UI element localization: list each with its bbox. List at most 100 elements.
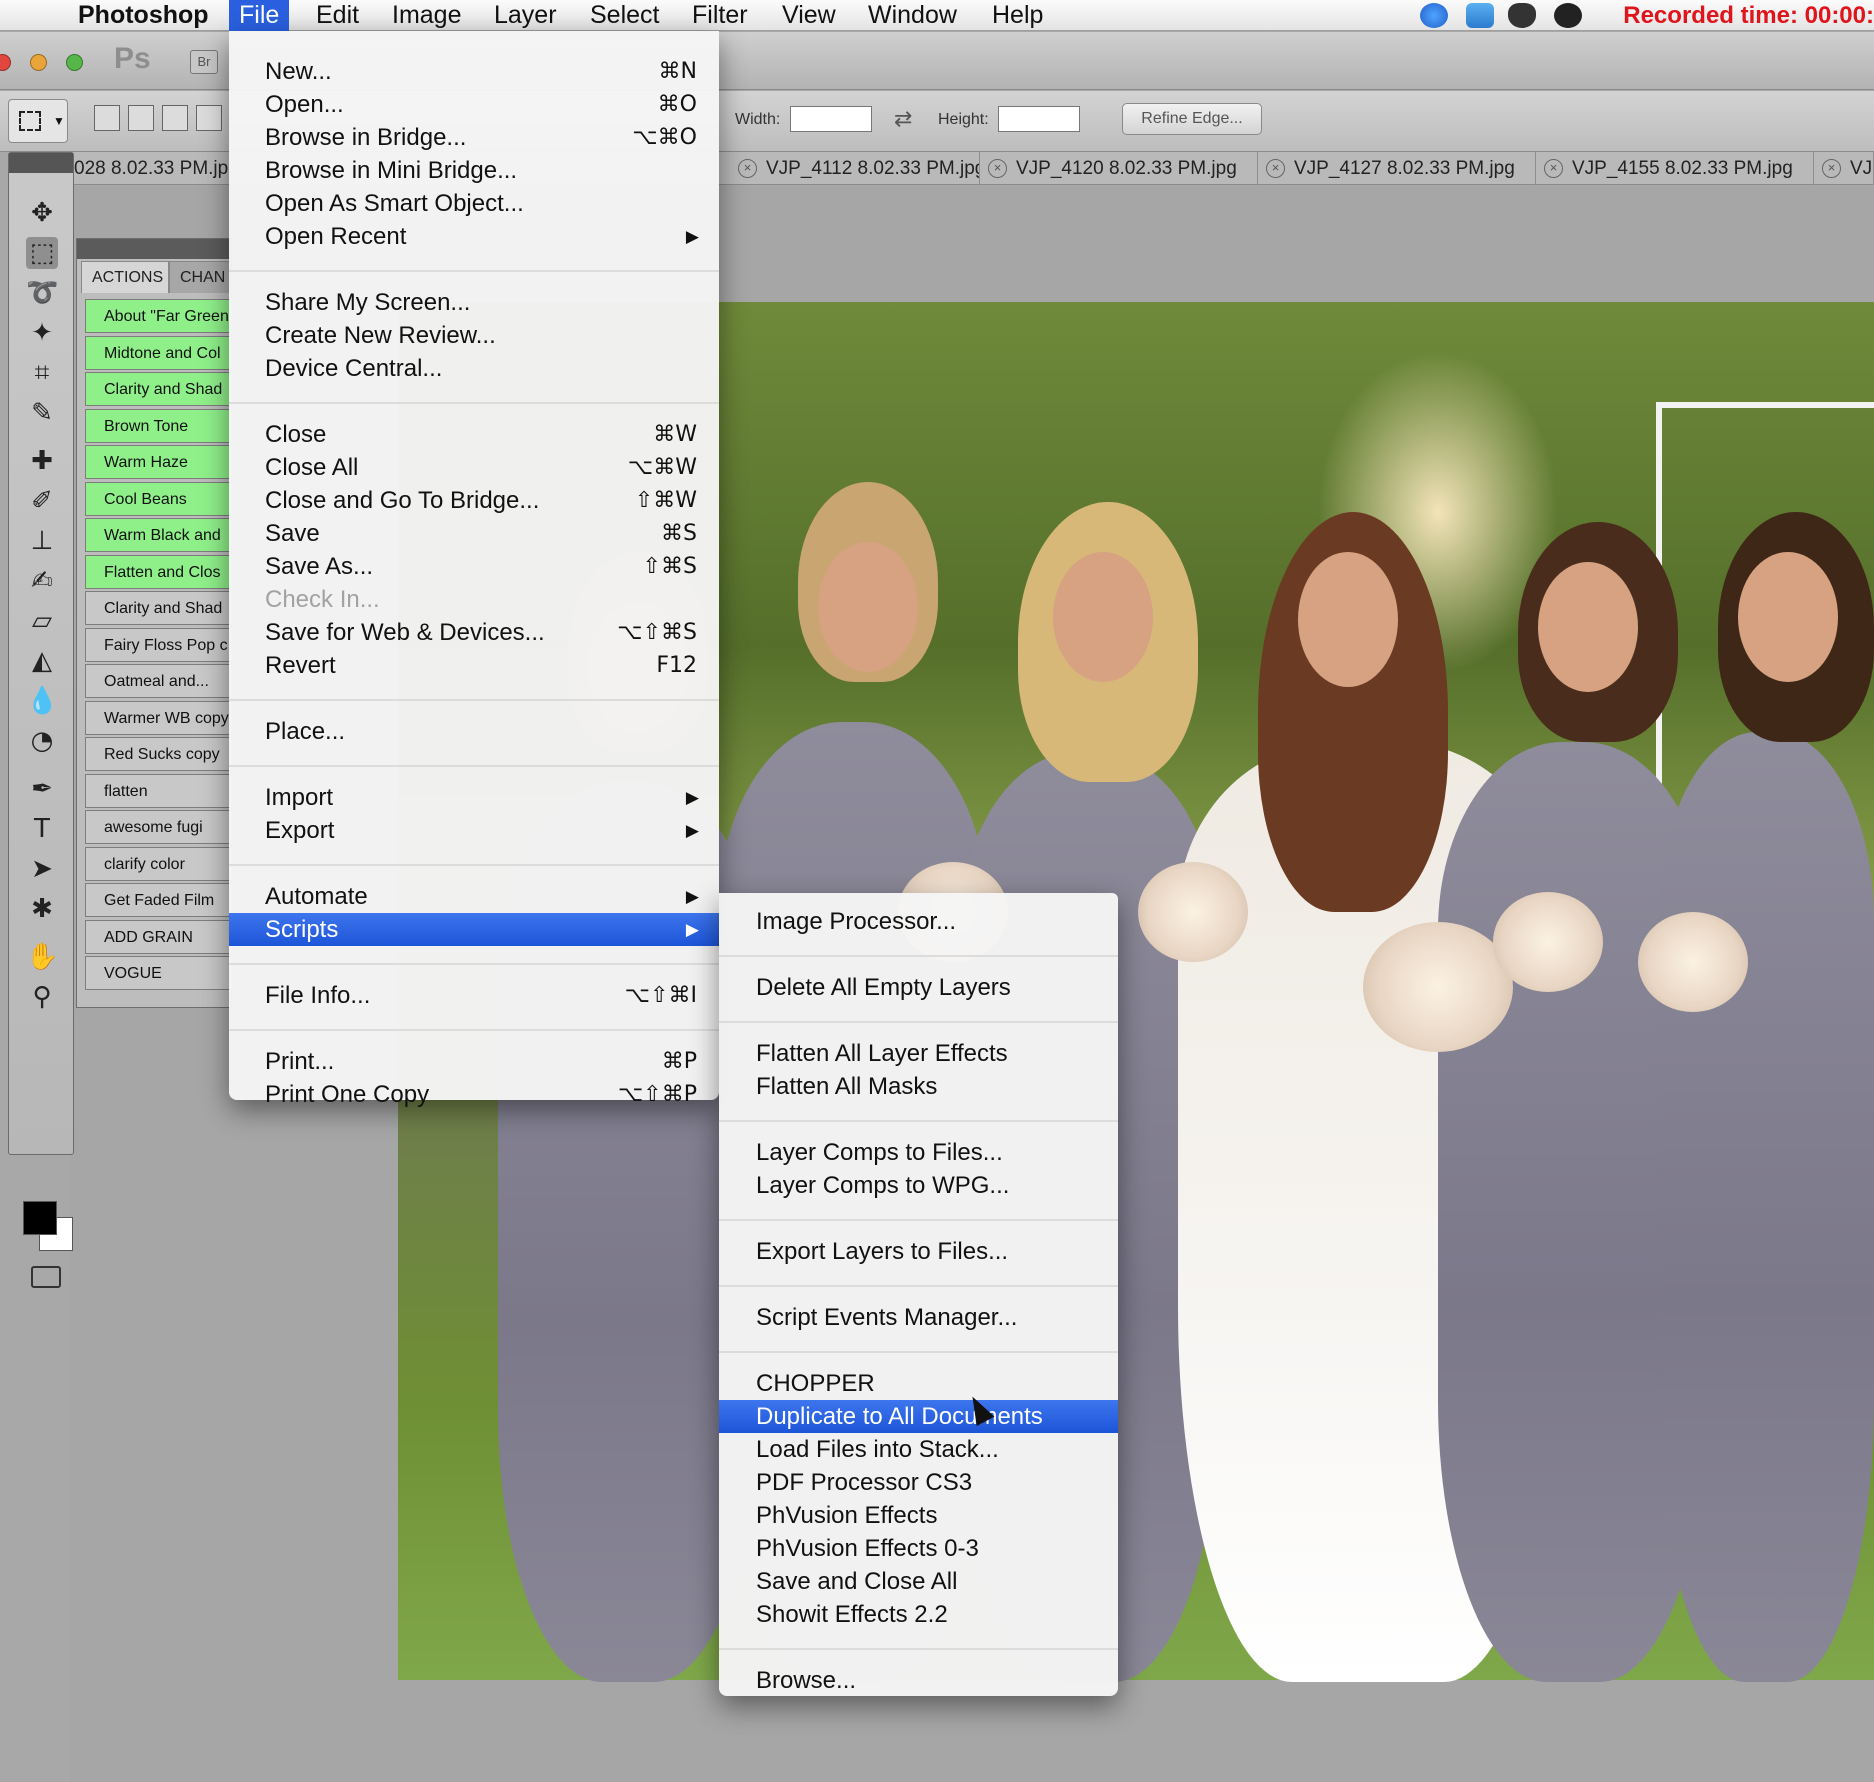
scripts-menu-item[interactable]: Duplicate to All Documents bbox=[719, 1400, 1118, 1433]
panel-grip[interactable] bbox=[77, 239, 231, 259]
hand-tool-icon[interactable]: ✋ bbox=[26, 941, 58, 973]
file-menu-item[interactable]: Revert F12 bbox=[229, 649, 719, 682]
action-item[interactable]: ADD GRAIN bbox=[85, 919, 233, 954]
close-window-button[interactable] bbox=[0, 54, 11, 71]
action-item[interactable]: clarify color bbox=[85, 846, 233, 881]
file-menu-item[interactable]: Close and Go To Bridge... ⇧⌘W bbox=[229, 484, 719, 517]
scripts-menu-item[interactable]: PDF Processor CS3 bbox=[719, 1466, 1118, 1499]
action-item[interactable]: Warm Black and bbox=[85, 518, 233, 552]
file-menu-item[interactable]: Device Central... bbox=[229, 352, 719, 385]
action-item[interactable]: Oatmeal and... bbox=[85, 664, 233, 698]
close-tab-icon[interactable]: × bbox=[1544, 159, 1563, 178]
shape-tool-icon[interactable]: ✱ bbox=[26, 893, 58, 925]
dodge-tool-icon[interactable]: ◔ bbox=[26, 725, 58, 757]
intersect-selection-icon[interactable] bbox=[196, 105, 222, 131]
ie-icon[interactable] bbox=[1420, 3, 1448, 28]
scripts-menu-item[interactable]: Delete All Empty Layers bbox=[719, 971, 1118, 1004]
file-menu-item[interactable]: Open Recent ▶ bbox=[229, 220, 719, 253]
menu-help[interactable]: Help bbox=[982, 0, 1053, 31]
document-tab[interactable]: 028 8.02.33 PM.jp bbox=[70, 152, 230, 185]
close-tab-icon[interactable]: × bbox=[1266, 159, 1285, 178]
action-item[interactable]: Red Sucks copy bbox=[85, 737, 233, 771]
eyedropper-tool-icon[interactable]: ✎ bbox=[26, 397, 58, 429]
zoom-tool-icon[interactable]: ⚲ bbox=[26, 981, 58, 1013]
action-item[interactable]: VOGUE bbox=[85, 956, 233, 990]
file-menu-item[interactable]: Import ▶ bbox=[229, 781, 719, 814]
action-item[interactable]: Fairy Floss Pop c bbox=[85, 627, 233, 662]
scripts-menu-item[interactable]: Load Files into Stack... bbox=[719, 1433, 1118, 1466]
scripts-menu-item[interactable]: Script Events Manager... bbox=[719, 1301, 1118, 1334]
scripts-menu-item[interactable]: Save and Close All bbox=[719, 1565, 1118, 1598]
foreground-color-swatch[interactable] bbox=[23, 1201, 57, 1235]
action-item[interactable]: About "Far Green bbox=[85, 299, 233, 333]
action-item[interactable]: awesome fugi bbox=[85, 810, 233, 844]
scripts-menu-item[interactable]: PhVusion Effects bbox=[719, 1499, 1118, 1532]
file-menu-item[interactable]: Scripts ▶ bbox=[229, 913, 719, 946]
scripts-menu-item[interactable]: Layer Comps to Files... bbox=[719, 1136, 1118, 1169]
path-selection-tool-icon[interactable]: ➤ bbox=[26, 853, 58, 885]
file-menu-item[interactable]: New... ⌘N bbox=[229, 55, 719, 88]
eraser-tool-icon[interactable]: ▱ bbox=[26, 605, 58, 637]
action-item[interactable]: Get Faded Film bbox=[85, 883, 233, 917]
history-brush-tool-icon[interactable]: ✍ bbox=[26, 565, 58, 597]
launch-bridge-button[interactable]: Br bbox=[190, 50, 218, 74]
file-menu-item[interactable]: Share My Screen... bbox=[229, 286, 719, 319]
width-input[interactable] bbox=[790, 106, 872, 132]
menu-edit[interactable]: Edit bbox=[306, 0, 369, 31]
action-item[interactable]: Brown Tone bbox=[85, 408, 233, 443]
action-item[interactable]: Clarity and Shad bbox=[85, 372, 233, 406]
recorder-icon[interactable] bbox=[1554, 3, 1582, 28]
file-menu-item[interactable]: Automate ▶ bbox=[229, 880, 719, 913]
file-menu-item[interactable]: Place... bbox=[229, 715, 719, 748]
scripts-menu-item[interactable]: Showit Effects 2.2 bbox=[719, 1598, 1118, 1631]
action-item[interactable]: Cool Beans bbox=[85, 481, 233, 516]
action-item[interactable]: Warmer WB copy bbox=[85, 700, 233, 735]
add-to-selection-icon[interactable] bbox=[128, 105, 154, 131]
app-menu-photoshop[interactable]: Photoshop bbox=[68, 0, 219, 31]
file-menu-item[interactable]: Browse in Bridge... ⌥⌘O bbox=[229, 121, 719, 154]
zoom-window-button[interactable] bbox=[66, 54, 83, 71]
scripts-menu-item[interactable]: Export Layers to Files... bbox=[719, 1235, 1118, 1268]
crop-tool-icon[interactable]: ⌗ bbox=[26, 357, 58, 389]
minimize-window-button[interactable] bbox=[30, 54, 47, 71]
scripts-menu-item[interactable]: Browse... bbox=[719, 1664, 1118, 1697]
tool-preset-picker[interactable]: ▼ bbox=[8, 99, 68, 143]
file-menu-item[interactable]: Close ⌘W bbox=[229, 418, 719, 451]
apple-icon[interactable] bbox=[14, 2, 44, 28]
blur-tool-icon[interactable]: 💧 bbox=[26, 685, 58, 717]
file-menu-item[interactable]: Export ▶ bbox=[229, 814, 719, 847]
action-item[interactable]: Flatten and Clos bbox=[85, 554, 233, 589]
scripts-menu-item[interactable]: CHOPPER bbox=[719, 1367, 1118, 1400]
file-menu-item[interactable]: Browse in Mini Bridge... bbox=[229, 154, 719, 187]
document-tab[interactable]: × VJP_4127 8.02.33 PM.jpg bbox=[1258, 152, 1536, 185]
scripts-menu-item[interactable]: Flatten All Layer Effects bbox=[719, 1037, 1118, 1070]
document-tab[interactable]: × VJP_4112 8.02.33 PM.jpg bbox=[730, 152, 980, 185]
file-menu-item[interactable]: Print... ⌘P bbox=[229, 1045, 719, 1078]
tab-channels[interactable]: CHAN bbox=[169, 261, 231, 293]
file-menu-item[interactable]: Create New Review... bbox=[229, 319, 719, 352]
scripts-menu-item[interactable]: PhVusion Effects 0-3 bbox=[719, 1532, 1118, 1565]
move-tool-icon[interactable]: ✥ bbox=[26, 197, 58, 229]
file-menu-item[interactable]: Open... ⌘O bbox=[229, 88, 719, 121]
menu-layer[interactable]: Layer bbox=[484, 0, 567, 31]
swap-dimensions-icon[interactable]: ⇄ bbox=[894, 106, 912, 132]
pen-tool-icon[interactable]: ✒ bbox=[26, 773, 58, 805]
close-tab-icon[interactable]: × bbox=[1822, 159, 1841, 178]
file-menu-item[interactable]: Save for Web & Devices... ⌥⇧⌘S bbox=[229, 616, 719, 649]
menu-filter[interactable]: Filter bbox=[682, 0, 758, 31]
file-menu-item[interactable]: Save As... ⇧⌘S bbox=[229, 550, 719, 583]
file-menu-item[interactable]: Save ⌘S bbox=[229, 517, 719, 550]
document-tab[interactable]: × VJP bbox=[1814, 152, 1874, 185]
evernote-icon[interactable] bbox=[1508, 3, 1536, 28]
action-item[interactable]: Midtone and Col bbox=[85, 335, 233, 370]
menu-image[interactable]: Image bbox=[382, 0, 471, 31]
dropbox-icon[interactable] bbox=[1466, 3, 1494, 28]
action-item[interactable]: Clarity and Shad bbox=[85, 591, 233, 625]
height-input[interactable] bbox=[998, 106, 1080, 132]
document-tab[interactable]: × VJP_4120 8.02.33 PM.jpg bbox=[980, 152, 1258, 185]
panel-grip[interactable] bbox=[9, 153, 73, 173]
file-menu-item[interactable]: File Info... ⌥⇧⌘I bbox=[229, 979, 719, 1012]
menu-select[interactable]: Select bbox=[580, 0, 669, 31]
magic-wand-tool-icon[interactable]: ✦ bbox=[26, 317, 58, 349]
action-item[interactable]: flatten bbox=[85, 773, 233, 808]
